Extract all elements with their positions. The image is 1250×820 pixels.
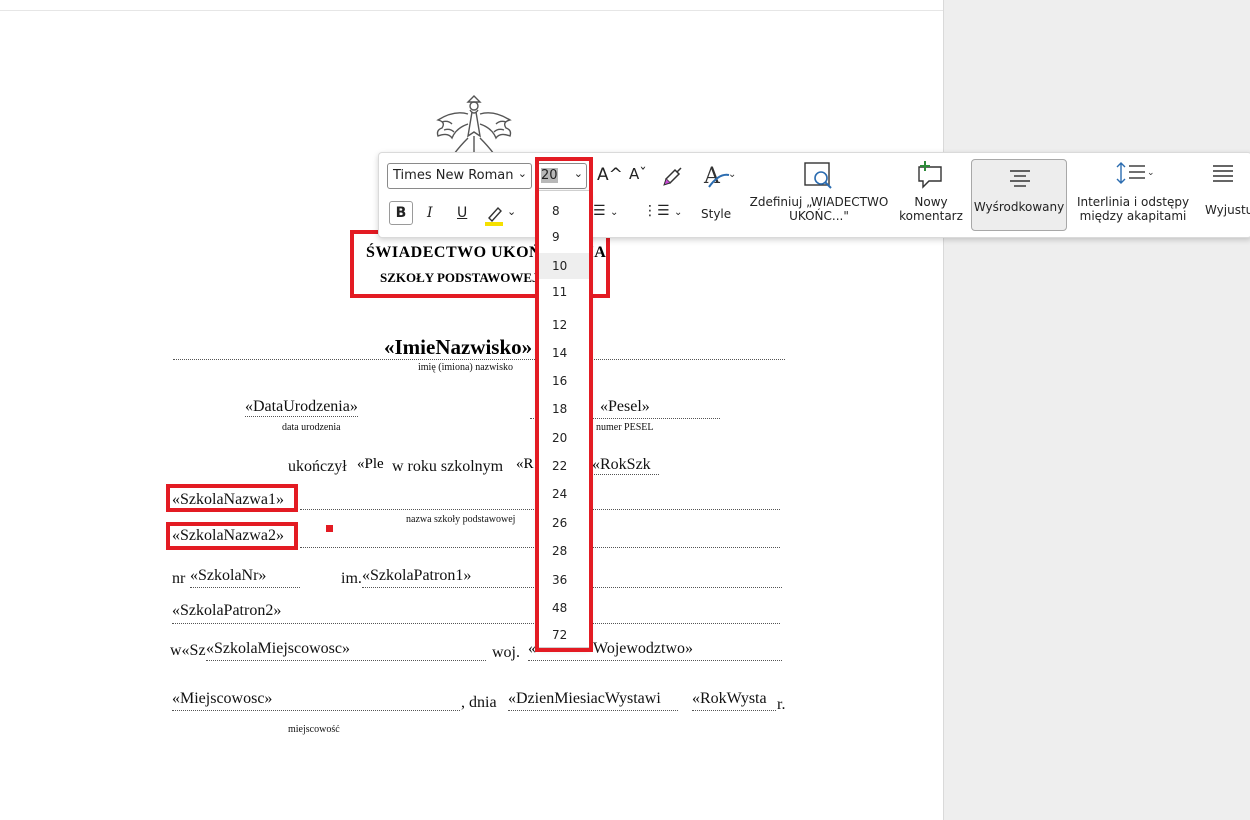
- completed-text: ukończył: [288, 458, 347, 475]
- bold-button[interactable]: B: [389, 201, 413, 225]
- floating-toolbar: Times New Roman ⌄ 20 ⌄ A^ Aˇ B I U ⌄ ☰ ⌄…: [378, 152, 1250, 238]
- font-size-highlight-box: [535, 157, 593, 652]
- pesel-caption: numer PESEL: [596, 422, 654, 433]
- center-align-button[interactable]: Wyśrodkowany: [971, 159, 1067, 231]
- justify-label[interactable]: Wyjustuj: [1205, 203, 1250, 217]
- spacing-label-2[interactable]: między akapitami: [1071, 209, 1195, 223]
- woj-field-end[interactable]: Wojewodztwo»: [593, 640, 693, 658]
- woj-label: woj.: [492, 644, 520, 661]
- line-spacing-icon[interactable]: ⌄: [1115, 161, 1155, 185]
- school-year-text: w roku szkolnym: [392, 458, 504, 475]
- define-label-2[interactable]: UKOŃC...": [747, 209, 891, 223]
- birthdate-field[interactable]: «DataUrodzenia»: [245, 398, 358, 417]
- nr-label: nr: [172, 570, 186, 587]
- grow-font-button[interactable]: A^: [597, 165, 623, 185]
- highlighter-icon[interactable]: [483, 203, 505, 227]
- pesel-field[interactable]: «Pesel»: [600, 398, 650, 416]
- place-caption: miejscowość: [288, 724, 340, 735]
- center-align-label: Wyśrodkowany: [973, 200, 1065, 214]
- school-name2-highlight-box: [166, 522, 298, 550]
- issue-year-dotline: [692, 710, 776, 711]
- issue-date-dotline: [508, 710, 678, 711]
- chevron-down-icon[interactable]: ⌄: [518, 167, 527, 180]
- font-name-value: Times New Roman: [393, 168, 514, 183]
- city-dotline: [206, 660, 486, 661]
- style-label[interactable]: Style: [701, 207, 731, 221]
- shrink-font-button[interactable]: Aˇ: [629, 165, 647, 183]
- bold-icon: B: [395, 205, 407, 221]
- school-name1-highlight-box: [166, 484, 298, 512]
- rok-field-1[interactable]: «R: [516, 456, 534, 473]
- define-search-icon[interactable]: [803, 161, 835, 191]
- grow-font-icon: A^: [597, 165, 623, 185]
- issue-year-field[interactable]: «RokWysta: [692, 690, 767, 708]
- shrink-font-icon: Aˇ: [629, 165, 647, 183]
- italic-icon: I: [427, 205, 433, 221]
- underline-icon: U: [457, 205, 468, 221]
- spacing-label-1[interactable]: Interlinia i odstępy: [1071, 195, 1195, 209]
- highlighter-chevron-icon[interactable]: ⌄: [507, 205, 516, 218]
- justify-icon[interactable]: [1211, 163, 1235, 183]
- name-field[interactable]: «ImieNazwisko»: [384, 335, 532, 360]
- birthdate-caption: data urodzenia: [282, 422, 341, 433]
- patron1-field[interactable]: «SzkolaPatron1»: [362, 567, 471, 585]
- numbering-button[interactable]: ⋮☰ ⌄: [643, 203, 682, 219]
- nr-dotline: [190, 587, 300, 588]
- patron2-dotline: [172, 623, 780, 624]
- place-field[interactable]: «Miejscowosc»: [172, 690, 272, 708]
- italic-button[interactable]: I: [427, 205, 433, 221]
- issue-date-field[interactable]: «DzienMiesiacWystawi: [508, 690, 661, 708]
- school-city-field[interactable]: «SzkolaMiejscowosc»: [206, 640, 350, 658]
- name-caption: imię (imiona) nazwisko: [418, 362, 513, 373]
- align-center-icon: [1010, 170, 1030, 187]
- eagle-emblem-icon: [436, 95, 512, 156]
- ple-field[interactable]: «Ple: [357, 456, 384, 473]
- define-label-1[interactable]: Zdefiniuj „WIADECTWO: [747, 195, 891, 209]
- r-label: r.: [777, 696, 786, 713]
- w-label: w«Sz: [170, 642, 206, 659]
- svg-text:⌄: ⌄: [1147, 168, 1155, 178]
- dnia-label: , dnia: [461, 694, 497, 711]
- school-nr-field[interactable]: «SzkolaNr»: [190, 567, 266, 585]
- bullets-button[interactable]: ☰ ⌄: [593, 203, 618, 219]
- document-page[interactable]: ŚWIADECTWO UKOŃCZENIA SZKOŁY PODSTAWOWEJ…: [0, 0, 943, 820]
- side-pane: [943, 0, 1250, 820]
- new-comment-icon[interactable]: [915, 159, 945, 189]
- place-dotline: [172, 710, 460, 711]
- new-comment-label-1[interactable]: Nowy: [899, 195, 963, 209]
- new-comment-label-2[interactable]: komentarz: [899, 209, 963, 223]
- rok-field-2[interactable]: «RokSzk: [592, 456, 659, 475]
- woj-dotline: [528, 660, 782, 661]
- font-name-box[interactable]: Times New Roman ⌄: [387, 163, 532, 189]
- red-marker: [326, 525, 333, 532]
- format-painter-icon[interactable]: [663, 166, 685, 186]
- patron2-field[interactable]: «SzkolaPatron2»: [172, 602, 281, 620]
- style-icon[interactable]: A ⌄: [701, 161, 737, 193]
- im-label: im.: [341, 570, 362, 587]
- school-name-caption: nazwa szkoły podstawowej: [406, 514, 516, 525]
- svg-text:⌄: ⌄: [728, 169, 736, 180]
- underline-button[interactable]: U: [457, 205, 467, 221]
